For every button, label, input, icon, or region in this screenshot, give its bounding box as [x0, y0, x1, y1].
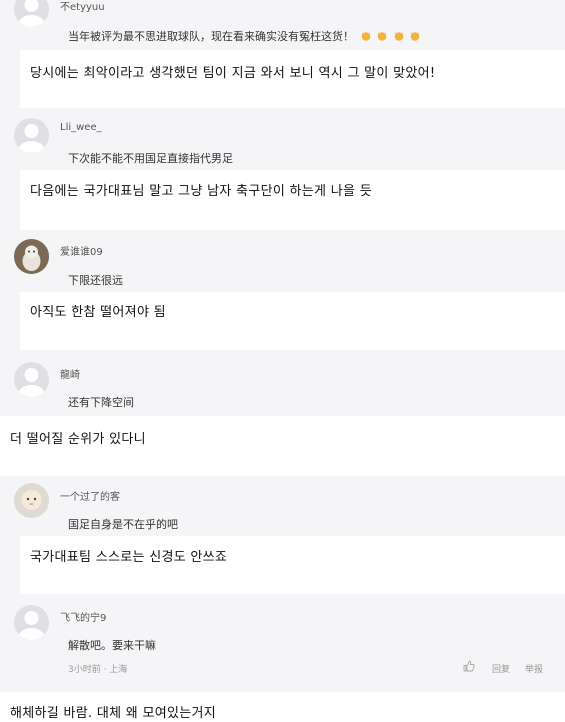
avatar[interactable]	[14, 0, 49, 27]
translation-box: 더 떨어질 순위가 있다니	[0, 416, 565, 476]
default-avatar-icon	[18, 124, 45, 153]
comment-text-content: 当年被评为最不思进取球队，现在看来确实没有冤枉这货！	[68, 30, 354, 43]
cat-emoji-icon	[361, 32, 370, 41]
comment-username[interactable]: 不etyyuu	[60, 0, 105, 13]
comment-text: 还有下降空间	[68, 396, 134, 409]
comment-username[interactable]: Lli_wee_	[60, 122, 102, 133]
like-button[interactable]	[463, 660, 475, 672]
translation-box: 다음에는 국가대표님 말고 그냥 남자 축구단이 하는게 나을 듯	[20, 170, 565, 230]
default-avatar-icon	[18, 0, 45, 27]
translation-box: 아직도 한참 떨어져야 됨	[20, 292, 565, 350]
report-button[interactable]: 举报	[525, 662, 543, 675]
translation-box: 국가대표팀 스스로는 신경도 안쓰죠	[20, 536, 565, 594]
avatar[interactable]	[14, 362, 49, 397]
comment-text: 下限还很远	[68, 274, 123, 287]
default-avatar-icon	[18, 611, 45, 640]
comment-text: 当年被评为最不思进取球队，现在看来确实没有冤枉这货！	[68, 28, 420, 44]
photo-avatar-icon	[14, 483, 49, 518]
avatar[interactable]	[14, 118, 49, 153]
comment-text: 下次能不能不用国足直接指代男足	[68, 152, 233, 165]
cat-emoji-icon	[394, 32, 403, 41]
translation-box: 당시에는 최악이라고 생각했던 팀이 지금 와서 보니 역시 그 말이 맞았어!	[20, 50, 565, 108]
avatar[interactable]	[14, 239, 49, 274]
comment-username[interactable]: 一个过了的客	[60, 488, 120, 503]
reply-button[interactable]: 回复	[492, 662, 510, 675]
thumbs-up-icon	[463, 660, 475, 672]
cat-emoji-icon	[410, 32, 420, 41]
avatar[interactable]	[14, 605, 49, 640]
photo-avatar-icon	[14, 239, 49, 274]
avatar[interactable]	[14, 483, 49, 518]
default-avatar-icon	[18, 368, 45, 397]
comment-username[interactable]: 龍崎	[60, 366, 80, 381]
cat-emoji-icon	[377, 32, 387, 41]
comment-timestamp: 3小时前 · 上海	[68, 665, 128, 675]
translation-box: 해체하길 바람. 대체 왜 모여있는거지	[0, 692, 565, 722]
comment-username[interactable]: 飞飞的宁9	[60, 609, 106, 624]
comment-text: 解散吧。要来干嘛	[68, 639, 156, 652]
comment-text: 国足自身是不在乎的吧	[68, 518, 178, 531]
comment-username[interactable]: 爱谁谁09	[60, 243, 103, 258]
